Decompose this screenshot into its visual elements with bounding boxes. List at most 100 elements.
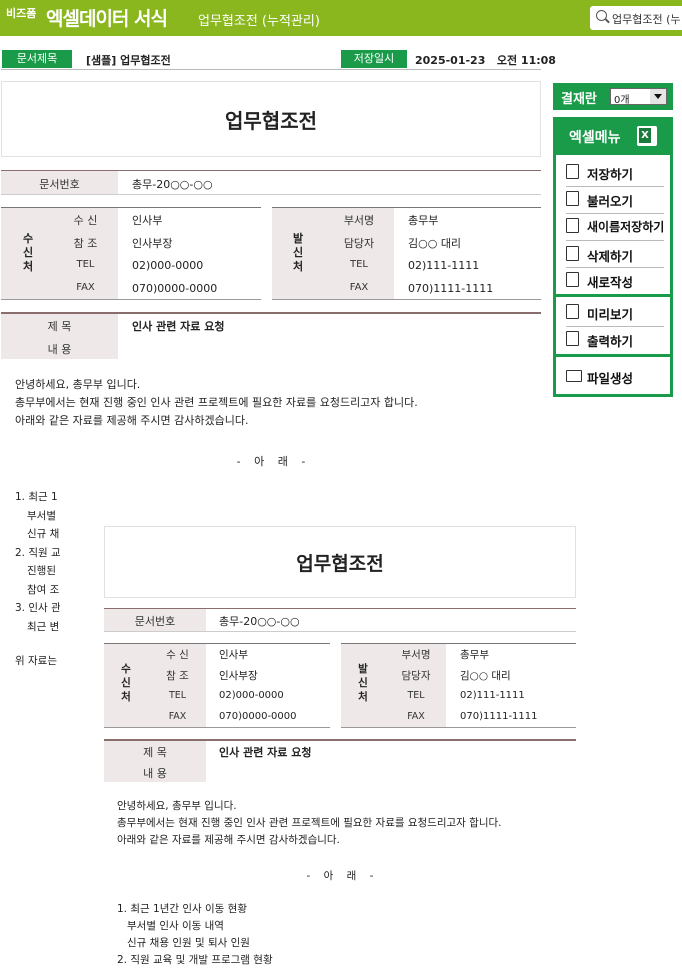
- send-tel-label: TEL: [350, 259, 368, 270]
- approval-value: 0개: [614, 95, 630, 106]
- closing-partial: 위 자료는: [15, 655, 57, 667]
- docno-value[interactable]: 총무-20○○-○○: [132, 176, 213, 192]
- list-item: 참여 조: [27, 583, 60, 596]
- send-tel-value[interactable]: 02)111-1111: [408, 259, 479, 272]
- app-name: 엑셀데이터 서식: [46, 8, 168, 30]
- preview-recv-label: TEL: [168, 690, 187, 701]
- menu-label: 삭제하기: [587, 249, 634, 264]
- send-dept-label: 부서명: [343, 214, 375, 227]
- preview-send-label: TEL: [407, 690, 425, 701]
- recv-value[interactable]: 인사부: [132, 212, 162, 228]
- row-line: [1, 299, 261, 300]
- list-item: 신규 채: [27, 528, 60, 540]
- saved-value: 2025-01-23 오전 11:08: [415, 54, 556, 67]
- recv-head: 수신처: [22, 232, 34, 273]
- preview-body: 안녕하세요, 총무부 입니다. 총무부에서는 현재 진행 중인 인사 관련 프로…: [117, 798, 501, 849]
- preview-send-value: 070)1111-1111: [460, 711, 538, 722]
- doc-title-label: 문서제목: [2, 50, 72, 68]
- preview-send-label: FAX: [407, 711, 425, 722]
- page-subtitle: 업무협조전 (누적관리): [198, 14, 320, 29]
- list-item: 3. 인사 관: [15, 602, 60, 614]
- search-input[interactable]: 업무협조전 (누: [590, 6, 682, 30]
- list-item: 신규 채용 인원 및 퇴사 인원: [127, 937, 250, 949]
- subject-value[interactable]: 인사 관련 자료 요청: [132, 318, 224, 334]
- row-line: [341, 727, 576, 728]
- bizforms-logo[interactable]: 비즈폼: [6, 5, 36, 21]
- preview-recv-value: 인사부: [219, 649, 248, 661]
- recv-tel-label: TEL: [76, 259, 95, 270]
- body-line: 총무부에서는 현재 진행 중인 인사 관련 프로젝트에 필요한 자료를 요청드리…: [15, 396, 418, 409]
- open-button[interactable]: 불러오기: [566, 187, 666, 211]
- preview-icon: [566, 304, 579, 319]
- divider: [1, 69, 541, 70]
- excel-menu-title: 엑셀메뉴: [569, 130, 621, 146]
- recv-ref-label: 참 조: [73, 237, 98, 250]
- divider: [556, 294, 670, 297]
- doc-title-value[interactable]: [샘플] 업무협조전: [86, 52, 171, 68]
- subject-label: 제 목: [47, 320, 72, 333]
- menu-label: 저장하기: [587, 167, 634, 182]
- menu-label: 새로작성: [587, 275, 634, 290]
- list-item: 최근 변: [27, 620, 60, 633]
- save-as-icon: [566, 218, 579, 233]
- menu-label: 불러오기: [587, 194, 634, 209]
- send-fax-value[interactable]: 070)1111-1111: [408, 282, 493, 295]
- list-item: 2. 직원 교육 및 개발 프로그램 현황: [117, 954, 273, 966]
- print-icon: [566, 331, 579, 346]
- preview-send-head: 발신처: [358, 663, 368, 703]
- preview-button[interactable]: 미리보기: [566, 300, 666, 324]
- preview-recv-value: 02)000-0000: [219, 690, 284, 701]
- row-line: [104, 727, 330, 728]
- preview-recv-label: FAX: [168, 711, 187, 722]
- menu-label: 새이름저장하기: [587, 220, 665, 234]
- list-item: 진행된: [27, 565, 56, 577]
- send-dept-value[interactable]: 총무부: [408, 212, 438, 228]
- preview-list: 1. 최근 1년간 인사 이동 현황 부서별 인사 이동 내역 신규 채용 인원…: [117, 901, 273, 969]
- body-line: 안녕하세요, 총무부 입니다.: [15, 378, 141, 391]
- content-label: 내 용: [47, 343, 72, 356]
- save-as-button[interactable]: 새이름저장하기: [566, 214, 666, 238]
- preview-send-label: 담당자: [401, 670, 431, 682]
- preview-recv-head: 수신처: [121, 663, 131, 703]
- list-item: 부서별: [27, 509, 56, 522]
- row-line: [104, 631, 576, 632]
- menu-label: 출력하기: [587, 334, 634, 349]
- excel-menu-header: 엑셀메뉴: [553, 117, 673, 155]
- new-button[interactable]: 새로작성: [566, 268, 666, 292]
- open-icon: [566, 191, 579, 206]
- recv-tel-value[interactable]: 02)000-0000: [132, 259, 203, 272]
- save-button[interactable]: 저장하기: [566, 160, 666, 184]
- doc-title: 업무협조전: [225, 109, 317, 133]
- preview-subject-label: 제 목: [143, 746, 167, 759]
- docno-label: 문서번호: [39, 178, 80, 191]
- row-line: [1, 194, 541, 195]
- list-item: 부서별 인사 이동 내역: [127, 920, 224, 932]
- divider: [566, 240, 664, 241]
- print-button[interactable]: 출력하기: [566, 327, 666, 351]
- trash-icon: [566, 246, 579, 261]
- list-item: 1. 최근 1년간 인사 이동 현황: [117, 903, 247, 915]
- send-fax-label: FAX: [349, 282, 369, 293]
- preview-send-label: 부서명: [401, 649, 431, 661]
- new-doc-icon: [566, 272, 579, 287]
- body-line: 아래와 같은 자료를 제공해 주시면 감사하겠습니다.: [15, 414, 249, 427]
- folder-icon: [566, 370, 582, 382]
- list-partial: 1. 최근 1 부서별 신규 채 2. 직원 교 진행된 참여 조 3. 인사 …: [15, 488, 60, 636]
- excel-icon: [637, 126, 657, 146]
- approval-select[interactable]: 0개: [610, 88, 667, 106]
- approval-panel: 결재란 0개: [553, 83, 673, 110]
- recv-fax-value[interactable]: 070)0000-0000: [132, 282, 217, 295]
- body-text[interactable]: 안녕하세요, 총무부 입니다. 총무부에서는 현재 진행 중인 인사 관련 프로…: [15, 376, 418, 430]
- send-person-value[interactable]: 김○○ 대리: [408, 235, 461, 251]
- delete-button[interactable]: 삭제하기: [566, 242, 666, 266]
- row-line: [272, 299, 541, 300]
- recv-ref-value[interactable]: 인사부장: [132, 235, 172, 251]
- approval-label: 결재란: [561, 92, 597, 107]
- preview-recv-label: 수 신: [166, 649, 189, 661]
- create-file-button[interactable]: 파일생성: [566, 364, 666, 388]
- preview-doc-title: 업무협조전: [296, 553, 384, 575]
- preview-content-label: 내 용: [143, 767, 167, 780]
- below-marker: - 아 래 -: [236, 455, 306, 468]
- preview-send-value: 김○○ 대리: [460, 670, 511, 682]
- send-person-label: 담당자: [343, 237, 375, 250]
